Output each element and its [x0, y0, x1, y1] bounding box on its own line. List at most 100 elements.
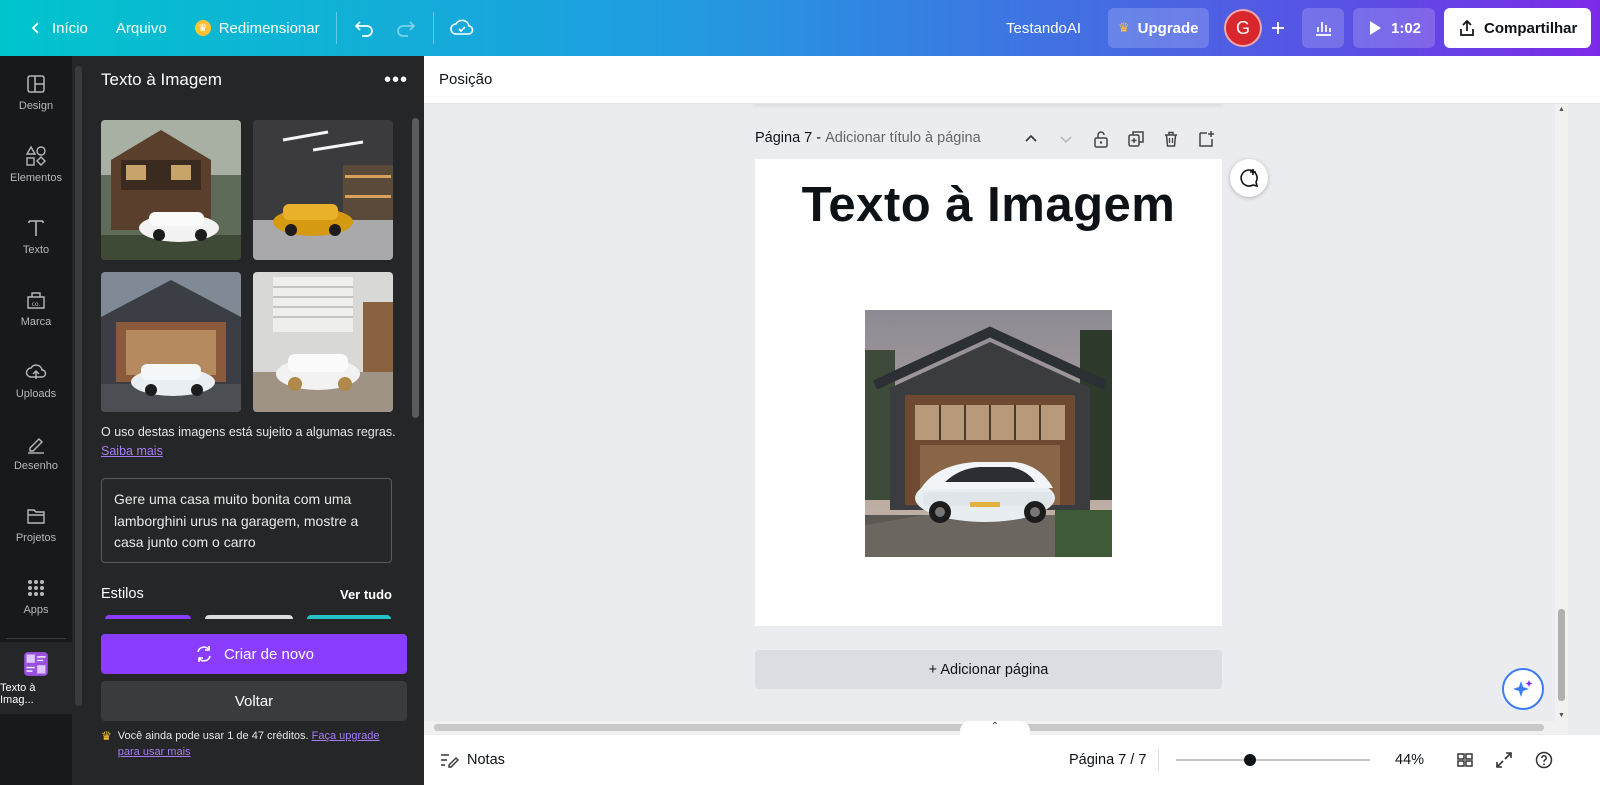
rail-label: Texto à Imag...	[0, 681, 36, 706]
rail-item-design[interactable]: Design	[0, 56, 72, 128]
show-pages-tab[interactable]: ⌃	[960, 721, 1030, 735]
notes-button[interactable]: Notas	[439, 751, 505, 769]
chevron-up-icon[interactable]	[1022, 130, 1040, 148]
share-button[interactable]: Compartilhar	[1444, 8, 1592, 48]
rail-item-brand[interactable]: co. Marca	[0, 272, 72, 344]
rail-label: Design	[18, 99, 54, 112]
scroll-up-arrow[interactable]: ▲	[1558, 106, 1565, 113]
bar-chart-icon	[1316, 22, 1331, 36]
zoom-level[interactable]: 44%	[1395, 752, 1424, 768]
scroll-down-arrow[interactable]: ▼	[1558, 712, 1565, 719]
back-button[interactable]: Voltar	[101, 681, 407, 721]
canvas-area: Página 7 - Adicionar título à página Tex…	[424, 104, 1555, 721]
generated-image-1[interactable]	[101, 120, 241, 260]
text-to-image-icon	[24, 651, 48, 676]
style-option[interactable]	[105, 615, 191, 619]
rail-item-projects[interactable]: Projetos	[0, 488, 72, 560]
credits-content: Você ainda pode usar 1 de 47 créditos. F…	[118, 728, 401, 760]
resize-label: Redimensionar	[218, 19, 320, 37]
design-page[interactable]: Texto à Imagem	[755, 159, 1222, 626]
divider	[335, 12, 337, 44]
generated-image-4[interactable]	[253, 272, 393, 412]
refresh-icon	[197, 646, 211, 662]
prompt-textarea[interactable]: Gere uma casa muito bonita com uma lambo…	[101, 478, 392, 563]
see-all-link[interactable]: Ver tudo	[340, 587, 392, 602]
canvas-vertical-scrollbar[interactable]: ▲ ▼	[1555, 104, 1568, 721]
notes-icon	[441, 754, 459, 768]
page-title-input[interactable]: Adicionar título à página	[825, 130, 981, 146]
style-option[interactable]	[307, 615, 391, 619]
resize-button[interactable]: ♛ Redimensionar	[185, 8, 330, 48]
create-again-button[interactable]: Criar de novo	[101, 634, 407, 674]
rail-item-draw[interactable]: Desenho	[0, 416, 72, 488]
undo-button[interactable]	[343, 8, 385, 48]
credits-text: Você ainda pode usar 1 de 47 créditos.	[117, 730, 309, 742]
rail-scrollbar[interactable]	[72, 56, 85, 785]
add-comment-button[interactable]	[1230, 159, 1268, 197]
redo-button[interactable]	[385, 8, 427, 48]
document-title[interactable]: TestandoAI	[996, 8, 1091, 48]
plus-icon	[1272, 22, 1284, 34]
file-menu[interactable]: Arquivo	[106, 8, 177, 48]
rail-item-text[interactable]: Texto	[0, 200, 72, 272]
chevron-down-icon[interactable]	[1057, 130, 1075, 148]
crown-icon: ♛	[194, 20, 211, 36]
home-label: Início	[52, 19, 88, 37]
usage-note-text: O uso destas imagens está sujeito a algu…	[101, 425, 396, 439]
present-button[interactable]: 1:02	[1353, 8, 1436, 48]
position-button[interactable]: Posição	[439, 71, 492, 88]
save-status-button[interactable]	[440, 8, 484, 48]
chevron-up-icon: ⌃	[990, 721, 1000, 732]
add-page-icon[interactable]	[1197, 130, 1215, 148]
panel-title: Texto à Imagem	[101, 70, 222, 89]
crown-icon: ♛	[1118, 20, 1130, 35]
more-options-icon[interactable]: •••	[384, 69, 408, 92]
share-label: Compartilhar	[1484, 19, 1578, 37]
pen-icon	[28, 437, 44, 454]
scrollbar-thumb[interactable]	[75, 66, 82, 706]
redo-icon	[396, 21, 415, 37]
scrollbar-thumb[interactable]	[412, 118, 419, 418]
style-option[interactable]	[205, 615, 293, 619]
invite-button[interactable]	[1264, 8, 1292, 48]
help-icon[interactable]	[1535, 751, 1553, 769]
add-page-button[interactable]: + Adicionar página	[755, 650, 1222, 689]
rail-label: Desenho	[13, 459, 59, 472]
magic-assistant-button[interactable]	[1502, 668, 1544, 710]
insights-button[interactable]	[1302, 8, 1344, 48]
duplicate-icon[interactable]	[1127, 130, 1145, 148]
styles-header: Estilos Ver tudo	[101, 586, 392, 602]
generated-image-2[interactable]	[253, 120, 393, 260]
rail-label: Marca	[20, 315, 52, 328]
scrollbar-thumb[interactable]	[1558, 609, 1565, 701]
zoom-slider[interactable]	[1176, 754, 1370, 766]
rail-item-text-to-image[interactable]: Texto à Imag...	[0, 642, 72, 714]
rail-item-uploads[interactable]: Uploads	[0, 344, 72, 416]
shapes-icon	[25, 145, 46, 166]
generated-images-grid	[101, 120, 393, 412]
panel-header: Texto à Imagem •••	[85, 56, 424, 104]
unlock-icon[interactable]	[1092, 130, 1110, 148]
credits-note: ♛ Você ainda pode usar 1 de 47 créditos.…	[101, 728, 401, 760]
rail-label: Apps	[23, 603, 49, 616]
page-indicator[interactable]: Página 7 / 7	[1069, 752, 1146, 768]
rail-item-apps[interactable]: Apps	[0, 560, 72, 632]
generated-image-3[interactable]	[101, 272, 241, 412]
slider-knob[interactable]	[1243, 754, 1256, 766]
page-heading[interactable]: Texto à Imagem	[755, 177, 1222, 233]
learn-more-link[interactable]: Saiba mais	[101, 444, 163, 458]
upgrade-button[interactable]: ♛ Upgrade	[1108, 8, 1209, 48]
rail-item-elements[interactable]: Elementos	[0, 128, 72, 200]
svg-text:co.: co.	[32, 301, 41, 308]
page-image[interactable]	[865, 310, 1112, 557]
rail-label: Elementos	[10, 171, 62, 184]
fullscreen-icon[interactable]	[1495, 751, 1513, 769]
grid-view-icon[interactable]	[1456, 751, 1474, 769]
layout-icon	[27, 74, 45, 93]
panel-scrollbar[interactable]	[409, 104, 422, 620]
image-glass-garage	[101, 272, 241, 412]
home-button[interactable]: Início	[18, 8, 98, 48]
trash-icon[interactable]	[1162, 130, 1180, 148]
avatar[interactable]: G	[1224, 9, 1262, 47]
image-house-car-1	[101, 120, 241, 260]
